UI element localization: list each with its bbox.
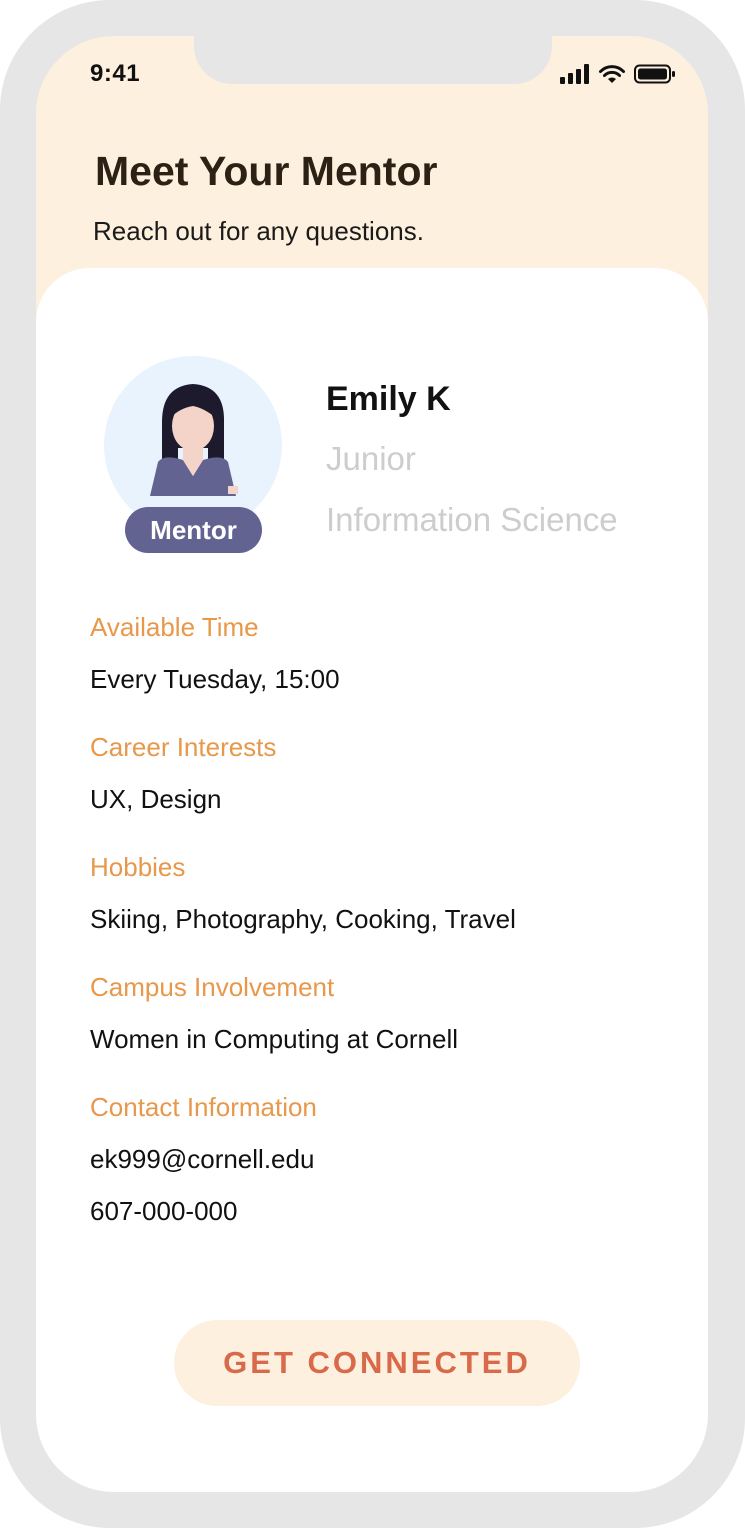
career-interests-section: Career Interests UX, Design	[90, 732, 276, 814]
contact-label: Contact Information	[90, 1092, 317, 1122]
phone-notch	[194, 36, 552, 84]
campus-involvement-section: Campus Involvement Women in Computing at…	[90, 972, 458, 1054]
mentor-card: Mentor Emily K Junior Information Scienc…	[36, 268, 708, 1492]
status-icons	[560, 64, 676, 84]
available-time-value: Every Tuesday, 15:00	[90, 664, 340, 694]
page-subtitle: Reach out for any questions.	[93, 216, 424, 246]
available-time-label: Available Time	[90, 612, 259, 642]
career-interests-value: UX, Design	[90, 784, 222, 814]
page-title: Meet Your Mentor	[95, 148, 438, 194]
get-connected-button[interactable]: GET CONNECTED	[174, 1320, 580, 1406]
mentor-year: Junior	[326, 440, 416, 477]
signal-icon	[560, 64, 589, 84]
mentor-badge: Mentor	[125, 507, 262, 553]
phone-screen: 9:41 Meet Your Mentor Reach out for any …	[36, 36, 708, 1492]
mentor-major: Information Science	[326, 501, 618, 538]
available-time-section: Available Time Every Tuesday, 15:00	[90, 612, 340, 694]
phone-frame: 9:41 Meet Your Mentor Reach out for any …	[0, 0, 745, 1528]
hobbies-label: Hobbies	[90, 852, 186, 882]
contact-email[interactable]: ek999@cornell.edu	[90, 1144, 317, 1174]
battery-icon	[634, 64, 675, 84]
campus-involvement-value: Women in Computing at Cornell	[90, 1024, 459, 1054]
career-interests-label: Career Interests	[90, 732, 277, 762]
campus-involvement-label: Campus Involvement	[90, 972, 335, 1002]
status-time: 9:41	[90, 60, 141, 87]
hobbies-value: Skiing, Photography, Cooking, Travel	[90, 904, 516, 934]
wifi-icon	[599, 65, 625, 83]
contact-phone[interactable]: 607-000-000	[90, 1196, 317, 1226]
mentor-name: Emily K	[326, 380, 451, 418]
hobbies-section: Hobbies Skiing, Photography, Cooking, Tr…	[90, 852, 516, 934]
contact-section: Contact Information ek999@cornell.edu 60…	[90, 1092, 317, 1226]
